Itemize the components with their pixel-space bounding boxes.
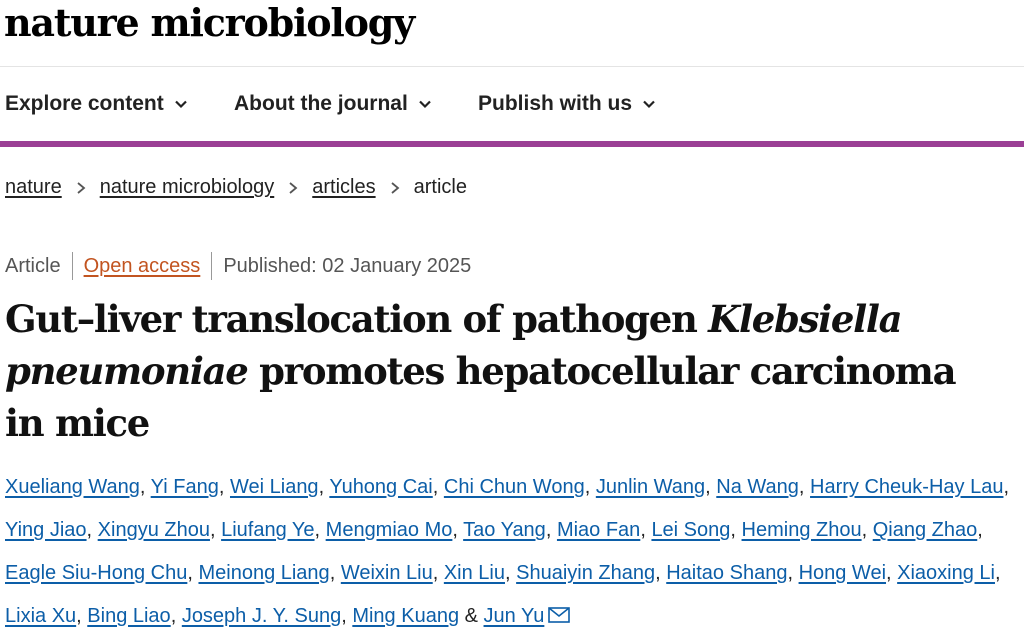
author-separator: , — [432, 476, 444, 498]
meta-divider — [71, 252, 73, 280]
breadcrumb-nature-microbiology[interactable]: nature microbiology — [100, 176, 275, 199]
main-nav: Explore content About the journal Publis… — [0, 67, 1024, 147]
chevron-right-icon — [289, 181, 298, 194]
author-link[interactable]: Eagle Siu-Hong Chu — [5, 562, 187, 584]
author-separator: , — [640, 519, 652, 541]
author-link[interactable]: Harry Cheuk-Hay Lau — [810, 476, 1003, 498]
author-link[interactable]: Chi Chun Wong — [444, 476, 585, 498]
author-separator: , — [314, 519, 326, 541]
nav-item-label: Publish with us — [478, 92, 633, 115]
chevron-down-icon — [419, 100, 431, 109]
author-separator: , — [584, 476, 596, 498]
author-separator: , — [977, 519, 983, 541]
author-link[interactable]: Lei Song — [651, 519, 730, 541]
author-separator: , — [76, 605, 88, 627]
author-link[interactable]: Miao Fan — [557, 519, 640, 541]
chevron-right-icon — [391, 181, 400, 194]
author-separator: & — [459, 605, 484, 627]
article-meta: Article Open access Published: 02 Januar… — [5, 252, 471, 280]
author-separator: , — [318, 476, 330, 498]
author-link[interactable]: Xiaoxing Li — [897, 562, 995, 584]
published-date: Published: 02 January 2025 — [223, 254, 472, 277]
chevron-right-icon — [77, 181, 86, 194]
author-link[interactable]: Jun Yu — [484, 605, 545, 627]
author-link[interactable]: Xueliang Wang — [5, 476, 140, 498]
author-link[interactable]: Ying Jiao — [5, 519, 87, 541]
meta-divider — [211, 252, 213, 280]
author-link[interactable]: Joseph J. Y. Sung — [182, 605, 341, 627]
author-link[interactable]: Wei Liang — [230, 476, 319, 498]
author-link[interactable]: Yi Fang — [151, 476, 219, 498]
author-link[interactable]: Weixin Liu — [341, 562, 433, 584]
author-separator: , — [218, 476, 230, 498]
author-link[interactable]: Na Wang — [716, 476, 799, 498]
author-link[interactable]: Heming Zhou — [742, 519, 862, 541]
author-separator: , — [730, 519, 742, 541]
author-separator: , — [655, 562, 667, 584]
article-type: Article — [5, 254, 61, 277]
author-separator: , — [209, 519, 222, 541]
author-separator: , — [452, 519, 464, 541]
journal-logo[interactable]: nature microbiology — [4, 0, 415, 45]
author-link[interactable]: Xingyu Zhou — [98, 519, 210, 541]
author-link[interactable]: Meinong Liang — [198, 562, 329, 584]
author-separator: , — [545, 519, 557, 541]
author-separator: , — [170, 605, 182, 627]
author-link[interactable]: Shuaiyin Zhang — [516, 562, 655, 584]
author-link[interactable]: Mengmiao Mo — [326, 519, 453, 541]
author-separator: , — [787, 562, 799, 584]
author-separator: , — [432, 562, 444, 584]
nav-about-journal[interactable]: About the journal — [234, 67, 432, 141]
author-separator: , — [994, 562, 1001, 584]
author-link[interactable]: Liufang Ye — [221, 519, 314, 541]
nav-item-label: Explore content — [5, 92, 164, 115]
author-separator: , — [886, 562, 898, 584]
nav-explore-content[interactable]: Explore content — [5, 67, 188, 141]
chevron-down-icon — [174, 100, 187, 109]
chevron-down-icon — [643, 100, 655, 109]
author-separator: , — [705, 476, 717, 498]
author-separator: , — [341, 605, 353, 627]
author-link[interactable]: Yuhong Cai — [329, 476, 432, 498]
open-access-link[interactable]: Open access — [84, 255, 201, 278]
author-list: Xueliang Wang, Yi Fang, Wei Liang, Yuhon… — [5, 466, 1020, 638]
title-text: Gut–liver translocation of pathogen — [5, 297, 709, 341]
breadcrumb-nature[interactable]: nature — [5, 176, 62, 199]
author-link[interactable]: Xin Liu — [444, 562, 505, 584]
author-separator: , — [187, 562, 199, 584]
author-link[interactable]: Ming Kuang — [352, 605, 459, 627]
breadcrumb-current: article — [413, 176, 467, 198]
breadcrumb-articles[interactable]: articles — [312, 176, 375, 199]
nav-item-label: About the journal — [234, 92, 408, 115]
author-separator: , — [798, 476, 811, 498]
author-link[interactable]: Bing Liao — [87, 605, 170, 627]
breadcrumb: nature nature microbiology articles arti… — [5, 176, 467, 199]
author-link[interactable]: Junlin Wang — [596, 476, 705, 498]
author-separator: , — [329, 562, 341, 584]
author-separator: , — [1003, 476, 1010, 498]
article-title: Gut–liver translocation of pathogen Kleb… — [5, 293, 1005, 449]
author-separator: , — [505, 562, 517, 584]
author-separator: , — [139, 476, 151, 498]
author-separator: , — [86, 519, 98, 541]
author-separator: , — [861, 519, 873, 541]
nav-publish-with-us[interactable]: Publish with us — [478, 67, 656, 141]
author-link[interactable]: Haitao Shang — [666, 562, 787, 584]
author-link[interactable]: Lixia Xu — [5, 605, 76, 627]
author-link[interactable]: Hong Wei — [799, 562, 886, 584]
site-header: nature microbiology — [0, 0, 1024, 67]
author-link[interactable]: Tao Yang — [463, 519, 546, 541]
author-link[interactable]: Qiang Zhao — [873, 519, 978, 541]
mail-icon[interactable] — [548, 607, 571, 623]
